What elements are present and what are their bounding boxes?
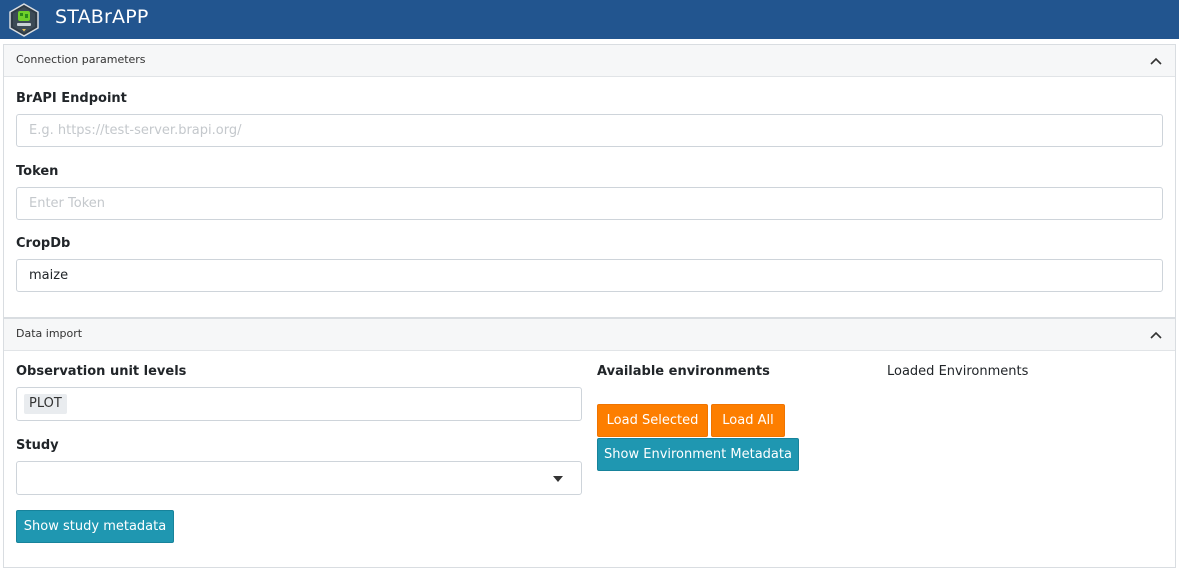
data-import-header[interactable]: Data import [4, 319, 1175, 351]
connection-parameters-header[interactable]: Connection parameters [4, 45, 1175, 77]
data-import-panel: Data import Observation unit levels PLOT… [3, 318, 1176, 568]
show-environment-metadata-button[interactable]: Show Environment Metadata [597, 438, 799, 471]
connection-parameters-title: Connection parameters [16, 53, 146, 66]
chevron-up-icon[interactable] [1149, 328, 1163, 342]
load-selected-button[interactable]: Load Selected [597, 404, 708, 437]
chevron-up-icon[interactable] [1149, 54, 1163, 68]
caret-down-icon[interactable] [553, 476, 563, 482]
study-label: Study [16, 438, 59, 453]
brapi-endpoint-label: BrAPI Endpoint [16, 91, 127, 106]
load-all-button[interactable]: Load All [711, 404, 785, 437]
token-input[interactable] [16, 187, 1163, 220]
data-import-title: Data import [16, 327, 83, 340]
observation-unit-levels-select[interactable]: PLOT [16, 387, 582, 421]
cropdb-label: CropDb [16, 236, 71, 251]
app-logo-icon[interactable] [8, 3, 40, 37]
study-select[interactable] [16, 461, 582, 495]
app-title: STABrAPP [55, 6, 149, 28]
show-study-metadata-button[interactable]: Show study metadata [16, 510, 174, 543]
navbar: STABrAPP [0, 0, 1179, 39]
available-environments-label: Available environments [597, 364, 770, 379]
token-label: Token [16, 164, 59, 179]
loaded-environments-label: Loaded Environments [887, 364, 1029, 379]
observation-unit-levels-label: Observation unit levels [16, 364, 187, 379]
brapi-endpoint-input[interactable] [16, 114, 1163, 147]
connection-parameters-panel: Connection parameters BrAPI Endpoint Tok… [3, 44, 1176, 318]
selected-level-tag[interactable]: PLOT [24, 394, 67, 414]
cropdb-input[interactable] [16, 259, 1163, 292]
